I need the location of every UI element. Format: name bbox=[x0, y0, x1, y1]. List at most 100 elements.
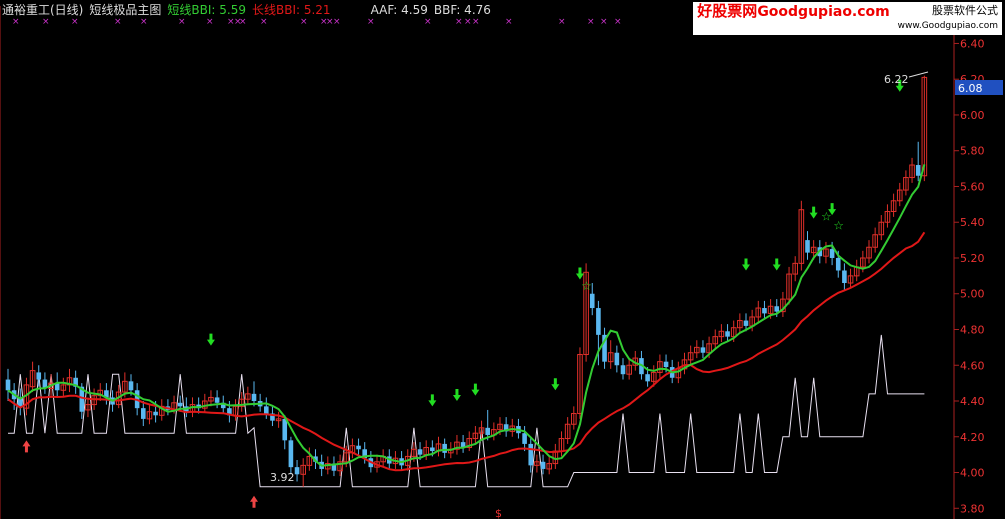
long-bbi-line bbox=[7, 231, 926, 472]
bbi-lines bbox=[7, 164, 926, 472]
y-tick-label: 6.40 bbox=[960, 37, 985, 50]
candle-body bbox=[829, 249, 835, 258]
candle-body bbox=[743, 320, 749, 326]
stock-title: 通裕重工(日线) bbox=[2, 3, 84, 17]
candle-body bbox=[417, 449, 423, 455]
candle-body bbox=[620, 365, 626, 375]
high-price-label: 6.22 bbox=[884, 73, 909, 86]
x-marker: × bbox=[260, 17, 268, 27]
bottom-marker: $ bbox=[495, 507, 502, 519]
candle-body bbox=[842, 270, 847, 284]
x-marker: × bbox=[424, 17, 432, 27]
x-marker: × bbox=[558, 17, 566, 27]
buy-signal-arrow bbox=[471, 383, 480, 396]
x-marker: × bbox=[71, 17, 79, 27]
short-bbi-line bbox=[7, 164, 926, 467]
x-marker: × bbox=[140, 17, 148, 27]
y-tick-label: 5.20 bbox=[960, 252, 985, 265]
price-axis: 6.406.206.005.805.605.405.205.004.804.60… bbox=[954, 37, 985, 515]
star-signal: ☆ bbox=[833, 218, 844, 232]
low-signal-arrow bbox=[250, 495, 258, 508]
y-tick-label: 5.40 bbox=[960, 216, 985, 229]
short-bbi-value: 短线BBI: 5.59 bbox=[167, 3, 246, 17]
signal-marker-row: ××××××××××××××××××××××××××××× bbox=[12, 17, 808, 27]
star-signal: ☆ bbox=[581, 279, 592, 293]
chart-header: 通裕重工(日线) 短线极品主图 短线BBI: 5.59 长线BBI: 5.21 AAF:… bbox=[2, 1, 497, 17]
buy-signal-arrow bbox=[772, 258, 781, 271]
candle-body bbox=[700, 347, 706, 353]
low-price-label: 3.92 bbox=[270, 471, 295, 484]
x-marker: × bbox=[455, 17, 463, 27]
buy-signal-arrow bbox=[742, 258, 750, 271]
candlestick-chart: ××××××××××××××××××××××××××××× ☆☆☆ 6.406.… bbox=[0, 6, 1003, 519]
candle-body bbox=[835, 257, 841, 271]
x-marker: × bbox=[600, 17, 608, 27]
x-marker: × bbox=[333, 17, 341, 27]
candle-body bbox=[177, 402, 183, 407]
buy-signal-arrow bbox=[452, 389, 461, 402]
y-tick-label: 5.00 bbox=[960, 288, 985, 301]
buy-signal-arrow bbox=[428, 394, 437, 407]
y-tick-label: 4.60 bbox=[960, 359, 985, 372]
candle-body bbox=[128, 381, 134, 391]
long-bbi-value: 长线BBI: 5.21 bbox=[251, 3, 331, 17]
annotations: 6.22 3.92 $ bbox=[270, 71, 929, 519]
x-marker: × bbox=[178, 17, 186, 27]
y-tick-label: 6.00 bbox=[960, 109, 985, 122]
watermark-line1: 股票软件公式 bbox=[932, 4, 998, 17]
buy-signal-arrow bbox=[575, 267, 584, 280]
aaf-value: AAF: 4.59 bbox=[370, 3, 428, 17]
x-marker: × bbox=[505, 17, 513, 27]
indicator-title: 短线极品主图 bbox=[89, 3, 162, 17]
candle-body bbox=[153, 411, 158, 416]
x-marker: × bbox=[464, 17, 472, 27]
current-price-label: 6.08 bbox=[958, 82, 983, 95]
buy-signal-arrow bbox=[809, 206, 818, 219]
x-marker: × bbox=[300, 17, 308, 27]
candle-body bbox=[282, 418, 288, 441]
x-marker: × bbox=[42, 17, 50, 27]
candle-body bbox=[528, 443, 534, 466]
buy-signal-arrow bbox=[551, 378, 560, 391]
y-tick-label: 5.80 bbox=[960, 145, 985, 158]
low-signal-arrow bbox=[22, 440, 31, 453]
watermark-line2: www.Goodgupiao.com bbox=[897, 21, 998, 31]
candle-body bbox=[762, 308, 767, 314]
high-price-pointer bbox=[908, 71, 929, 78]
x-marker: × bbox=[114, 17, 122, 27]
candle-body bbox=[540, 461, 546, 469]
candle-body bbox=[356, 445, 361, 450]
x-marker: × bbox=[367, 17, 375, 27]
candle-body bbox=[288, 440, 294, 468]
candle-body bbox=[645, 374, 650, 382]
y-tick-label: 4.80 bbox=[960, 323, 985, 336]
star-signal: ☆ bbox=[821, 209, 832, 223]
y-tick-label: 4.40 bbox=[960, 395, 985, 408]
candle-body bbox=[485, 427, 490, 435]
candle-body bbox=[522, 433, 527, 444]
watermark-right: 股票软件公式 www.Goodgupiao.com bbox=[898, 4, 998, 33]
x-marker: × bbox=[614, 17, 622, 27]
watermark-brand: 好股票网 bbox=[697, 2, 758, 20]
candle-body bbox=[141, 408, 146, 419]
x-marker: × bbox=[239, 17, 247, 27]
y-tick-label: 3.80 bbox=[960, 502, 985, 515]
watermark-site: Goodgupiao.com bbox=[757, 4, 890, 20]
x-marker: × bbox=[472, 17, 480, 27]
candle-body bbox=[36, 372, 42, 380]
candle-body bbox=[663, 361, 669, 368]
candle-body bbox=[5, 379, 11, 391]
y-tick-label: 5.60 bbox=[960, 180, 985, 193]
watermark: 好股票网Goodgupiao.com 股票软件公式 www.Goodgupiao… bbox=[693, 2, 1002, 35]
buy-signal-arrow bbox=[206, 333, 215, 346]
candle-body bbox=[294, 467, 300, 475]
candle-body bbox=[805, 240, 810, 253]
bbf-value: BBF: 4.76 bbox=[433, 3, 491, 17]
candle-layer bbox=[5, 75, 928, 487]
candle-body bbox=[614, 352, 620, 366]
candle-body bbox=[725, 331, 730, 337]
candle-body bbox=[442, 443, 447, 453]
x-marker: × bbox=[587, 17, 595, 27]
candle-body bbox=[264, 406, 269, 414]
candle-body bbox=[915, 165, 921, 176]
